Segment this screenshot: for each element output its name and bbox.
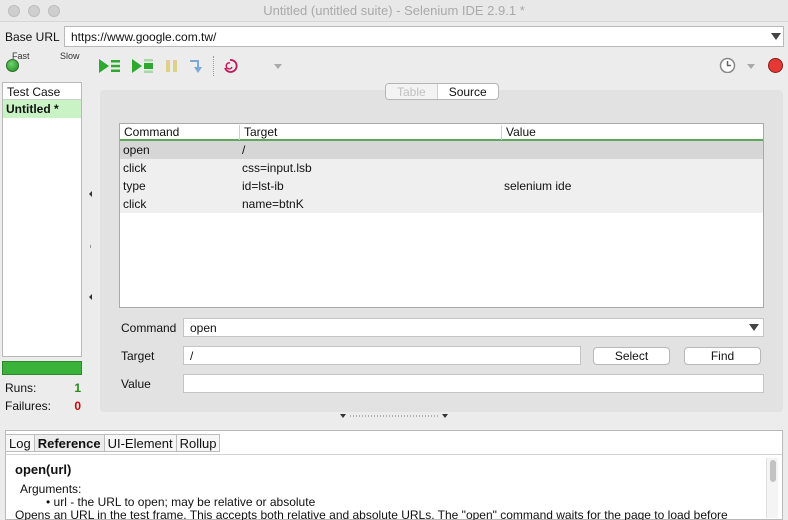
reference-argument-text: url - the URL to open; may be relative o… — [53, 495, 316, 509]
tab-reference[interactable]: Reference — [34, 435, 105, 451]
horizontal-splitter-handle[interactable] — [340, 413, 448, 419]
cell-target: css=input.lsb — [242, 161, 312, 175]
play-test-case-icon[interactable] — [131, 58, 157, 74]
rollup-icon[interactable] — [222, 58, 238, 74]
cell-command: click — [123, 197, 147, 211]
cell-command: type — [123, 179, 146, 193]
tab-ui-element[interactable]: UI-Element — [105, 435, 177, 451]
cell-target: / — [242, 143, 246, 157]
bottom-tabs: Log Reference UI-Element Rollup — [5, 434, 221, 452]
command-table: Command Target Value open / click css=in… — [119, 123, 764, 308]
value-label: Value — [121, 377, 151, 391]
failures-value: 0 — [74, 399, 81, 413]
chevron-down-icon[interactable] — [274, 64, 282, 69]
base-url-value: https://www.google.com.tw/ — [71, 30, 217, 44]
command-label: Command — [121, 321, 177, 335]
cell-command: click — [123, 161, 147, 175]
command-value: open — [190, 321, 217, 335]
base-url-combobox[interactable]: https://www.google.com.tw/ — [64, 26, 784, 47]
cell-target: id=lst-ib — [242, 179, 284, 193]
cell-command: open — [123, 143, 150, 157]
chevron-down-icon[interactable] — [749, 324, 759, 331]
test-case-header: Test Case — [3, 83, 81, 100]
window-title: Untitled (untitled suite) - Selenium IDE… — [263, 3, 525, 18]
runs-label: Runs: — [5, 381, 37, 395]
column-header-target[interactable]: Target — [240, 125, 502, 140]
target-input[interactable]: / — [183, 346, 581, 365]
reference-arguments-label: Arguments: — [20, 482, 82, 496]
test-case-item[interactable]: Untitled * — [3, 100, 81, 118]
tab-source[interactable]: Source — [438, 84, 498, 99]
column-header-value[interactable]: Value — [502, 125, 764, 140]
pause-icon[interactable] — [165, 58, 179, 74]
speed-slider-handle[interactable] — [6, 59, 19, 72]
cell-target: name=btnK — [242, 197, 304, 211]
base-url-label: Base URL — [5, 30, 60, 44]
table-row[interactable]: click css=input.lsb — [120, 159, 763, 177]
tab-table[interactable]: Table — [386, 84, 438, 99]
progress-bar — [2, 361, 82, 375]
divider — [6, 454, 782, 455]
test-case-panel: Test Case Untitled * — [2, 82, 82, 357]
table-row[interactable]: click name=btnK — [120, 195, 763, 213]
scrollbar-thumb[interactable] — [770, 460, 776, 482]
chevron-down-icon[interactable] — [771, 33, 781, 40]
runs-value: 1 — [74, 381, 81, 395]
speed-slow-label: Slow — [60, 51, 80, 61]
tab-log[interactable]: Log — [6, 435, 35, 451]
toolbar-separator — [213, 56, 214, 76]
reference-title: open(url) — [15, 462, 72, 477]
reference-scrollbar[interactable] — [766, 458, 778, 518]
view-tabs: Table Source — [385, 83, 499, 100]
target-value: / — [190, 349, 194, 363]
find-button[interactable]: Find — [684, 347, 761, 365]
cell-value: selenium ide — [504, 179, 572, 193]
chevron-down-icon[interactable] — [747, 64, 755, 69]
tab-rollup[interactable]: Rollup — [177, 435, 220, 451]
clock-icon[interactable] — [719, 57, 736, 73]
vertical-splitter-handle[interactable] — [89, 190, 92, 300]
value-input[interactable] — [183, 374, 764, 393]
column-header-command[interactable]: Command — [120, 125, 240, 140]
table-row[interactable]: open / — [120, 141, 763, 159]
table-row[interactable]: type id=lst-ib selenium ide — [120, 177, 763, 195]
title-bar: Untitled (untitled suite) - Selenium IDE… — [0, 0, 788, 22]
table-header: Command Target Value — [120, 124, 763, 141]
failures-label: Failures: — [5, 399, 52, 413]
play-suite-icon[interactable] — [98, 58, 122, 74]
target-label: Target — [121, 349, 155, 363]
record-icon[interactable] — [767, 57, 784, 73]
command-combobox[interactable]: open — [183, 318, 764, 337]
step-icon[interactable] — [188, 58, 204, 74]
select-button[interactable]: Select — [593, 347, 670, 365]
reference-argument-item: • url - the URL to open; may be relative… — [46, 495, 316, 509]
reference-description: Opens an URL in the test frame. This acc… — [15, 508, 728, 520]
